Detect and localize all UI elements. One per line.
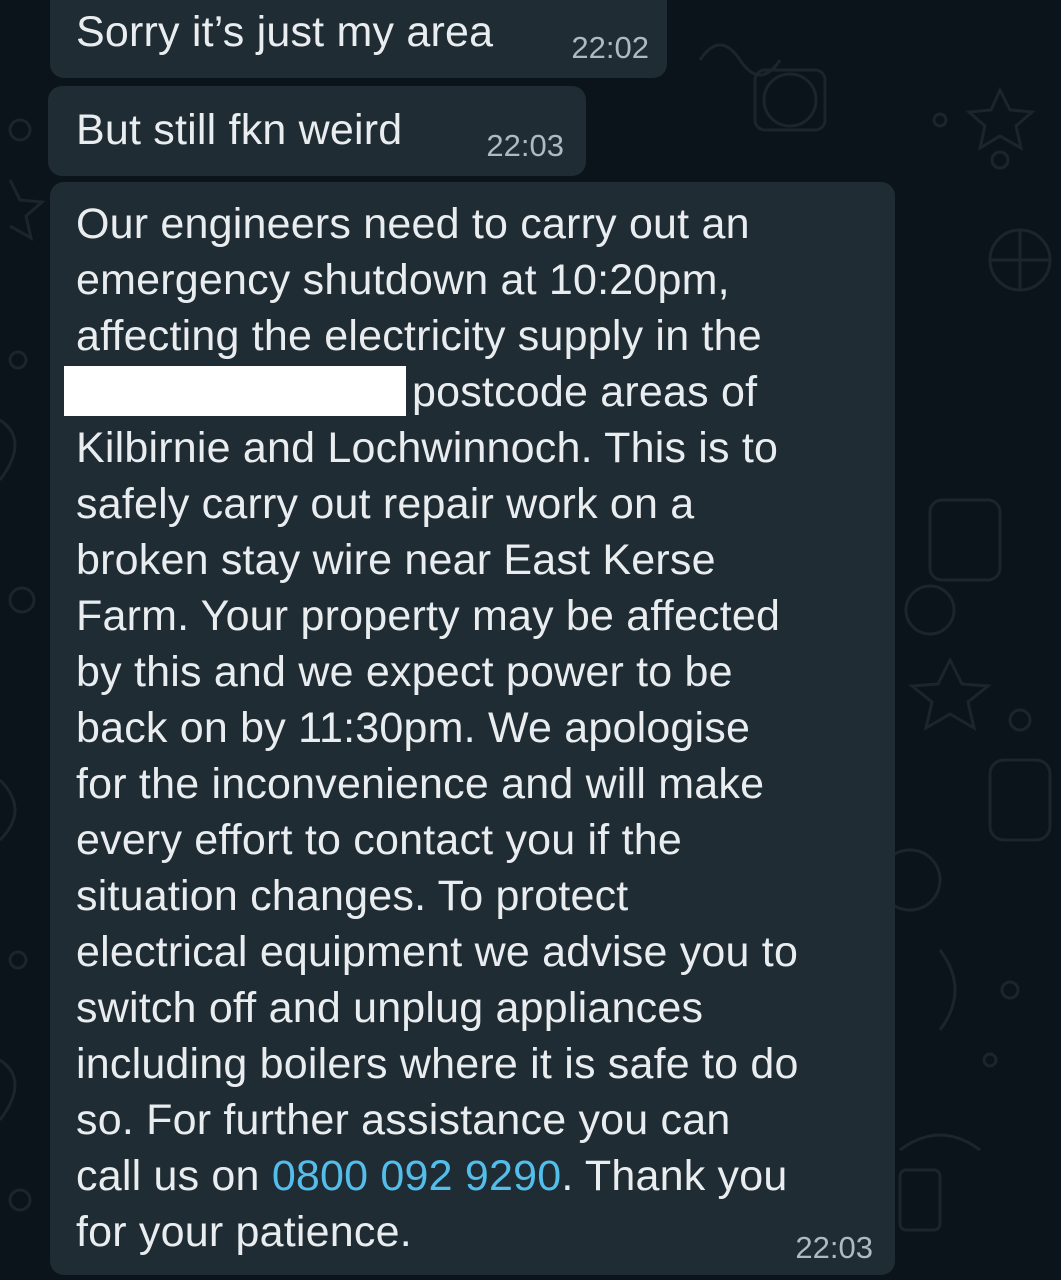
- message-line: including boilers where it is safe to do: [76, 1040, 799, 1088]
- message-line: broken stay wire near East Kerse: [76, 536, 716, 584]
- message-line: call us on: [76, 1152, 272, 1200]
- message-line: so. For further assistance you can: [76, 1096, 731, 1144]
- message-bubble-incoming[interactable]: Our engineers need to carry out an emerg…: [50, 182, 895, 1275]
- message-line: for your patience.: [76, 1208, 412, 1256]
- message-line: affecting the electricity supply in the: [76, 312, 762, 360]
- message-line: back on by 11:30pm. We apologise: [76, 704, 751, 752]
- message-line: Farm. Your property may be affected: [76, 592, 781, 640]
- message-timestamp: 22:03: [795, 1230, 873, 1265]
- message-line: for the inconvenience and will make: [76, 760, 765, 808]
- message-bubble-incoming[interactable]: But still fkn weird 22:03: [48, 86, 586, 176]
- message-line: Our engineers need to carry out an: [76, 200, 750, 248]
- message-text: But still fkn weird: [76, 106, 403, 154]
- redaction-box: [64, 365, 406, 416]
- message-line: by this and we expect power to be: [76, 648, 733, 696]
- message-line: switch off and unplug appliances: [76, 984, 704, 1032]
- message-line: . Thank you: [561, 1152, 788, 1200]
- message-text: Sorry it’s just my area: [76, 8, 494, 56]
- message-line: postcode areas of: [412, 368, 758, 416]
- message-bubble-incoming[interactable]: Sorry it’s just my area 22:02: [50, 0, 667, 78]
- message-line: emergency shutdown at 10:20pm,: [76, 256, 730, 304]
- message-timestamp: 22:02: [571, 30, 649, 65]
- message-line: electrical equipment we advise you to: [76, 928, 799, 976]
- message-text: Our engineers need to carry out an emerg…: [64, 196, 886, 1260]
- message-line-redacted: postcode areas of: [64, 364, 886, 420]
- message-line-with-link: call us on 0800 092 9290. Thank you: [76, 1148, 886, 1204]
- message-timestamp: 22:03: [486, 128, 564, 163]
- message-line: safely carry out repair work on a: [76, 480, 695, 528]
- phone-number-link[interactable]: 0800 092 9290: [272, 1152, 562, 1200]
- message-line: every effort to contact you if the: [76, 816, 682, 864]
- message-line: situation changes. To protect: [76, 872, 629, 920]
- message-line: Kilbirnie and Lochwinnoch. This is to: [76, 424, 779, 472]
